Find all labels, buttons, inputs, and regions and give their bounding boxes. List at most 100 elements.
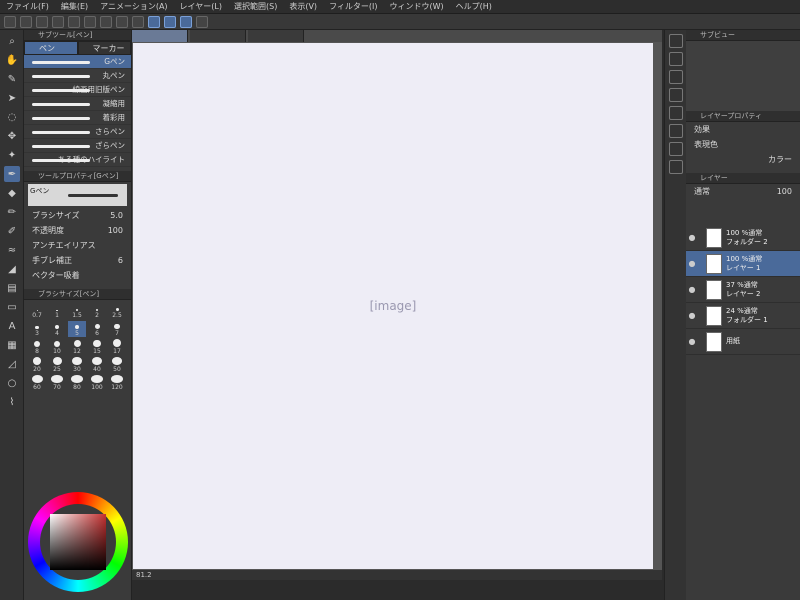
- brush-icon[interactable]: ✏: [4, 204, 20, 220]
- brush-size-option[interactable]: 7: [108, 321, 126, 337]
- menu-layer[interactable]: レイヤー(L): [180, 1, 222, 12]
- brush-size-option[interactable]: 12: [68, 339, 86, 355]
- open-icon[interactable]: [36, 15, 48, 28]
- undo-icon[interactable]: [68, 15, 80, 28]
- brush-size-option[interactable]: 5: [68, 321, 86, 337]
- brush-size-option[interactable]: 30: [68, 357, 86, 373]
- brush-size-option[interactable]: 2: [88, 303, 106, 319]
- hand-icon[interactable]: ✋: [4, 52, 20, 68]
- eye-icon[interactable]: ●: [686, 233, 698, 242]
- prop-vector-snap[interactable]: ベクター吸着: [24, 268, 131, 283]
- move-icon[interactable]: ✥: [4, 128, 20, 144]
- brush-size-option[interactable]: 80: [68, 375, 86, 391]
- menu-filter[interactable]: フィルター(I): [329, 1, 377, 12]
- clear-icon[interactable]: [100, 15, 112, 28]
- correct-line-icon[interactable]: ⌇: [4, 394, 20, 410]
- new-icon[interactable]: [20, 15, 32, 28]
- material-icon[interactable]: [669, 160, 683, 174]
- expression-color-value[interactable]: カラー: [768, 154, 792, 165]
- brush-item[interactable]: 線画用旧版ペン: [24, 83, 131, 97]
- settings-icon[interactable]: [196, 15, 208, 28]
- blend-mode-select[interactable]: 通常: [694, 186, 710, 197]
- menu-help[interactable]: ヘルプ(H): [456, 1, 492, 12]
- material-icon[interactable]: [669, 124, 683, 138]
- brush-size-option[interactable]: 20: [28, 357, 46, 373]
- drawing-canvas[interactable]: [image]: [132, 42, 654, 570]
- menu-view[interactable]: 表示(V): [289, 1, 317, 12]
- brush-size-option[interactable]: 2.5: [108, 303, 126, 319]
- material-icon[interactable]: [669, 142, 683, 156]
- lasso-icon[interactable]: ◌: [4, 109, 20, 125]
- brush-size-option[interactable]: 1: [48, 303, 66, 319]
- frame-icon[interactable]: ▦: [4, 337, 20, 353]
- menu-selection[interactable]: 選択範囲(S): [234, 1, 277, 12]
- prop-value[interactable]: 6: [118, 256, 123, 265]
- brush-item[interactable]: ざらペン: [24, 139, 131, 153]
- brush-item[interactable]: 丸ペン: [24, 69, 131, 83]
- brush-size-option[interactable]: 40: [88, 357, 106, 373]
- brush-size-option[interactable]: 6: [88, 321, 106, 337]
- prop-brush-size[interactable]: ブラシサイズ 5.0: [24, 208, 131, 223]
- brush-size-option[interactable]: 15: [88, 339, 106, 355]
- eraser-icon[interactable]: ◆: [4, 185, 20, 201]
- zoom-level[interactable]: 81.2: [136, 571, 152, 579]
- prop-value[interactable]: 100: [108, 226, 123, 235]
- material-icon[interactable]: [669, 52, 683, 66]
- menu-edit[interactable]: 編集(E): [61, 1, 88, 12]
- menu-file[interactable]: ファイル(F): [6, 1, 49, 12]
- save-icon[interactable]: [52, 15, 64, 28]
- layer-row[interactable]: ● 24 %通常 フォルダー 1: [686, 303, 800, 329]
- figure-icon[interactable]: ▭: [4, 299, 20, 315]
- pen-icon[interactable]: ✒: [4, 166, 20, 182]
- redo-icon[interactable]: [84, 15, 96, 28]
- eye-icon[interactable]: ●: [686, 259, 698, 268]
- gradient-icon[interactable]: ▤: [4, 280, 20, 296]
- menu-icon[interactable]: [4, 15, 16, 28]
- layer-row[interactable]: ● 100 %通常 レイヤー 1: [686, 251, 800, 277]
- bucket-icon[interactable]: ◢: [4, 261, 20, 277]
- eye-icon[interactable]: ●: [686, 337, 698, 346]
- material-icon[interactable]: [669, 88, 683, 102]
- prop-value[interactable]: 5.0: [110, 211, 123, 220]
- airbrush-icon[interactable]: ✐: [4, 223, 20, 239]
- layer-opacity[interactable]: 100: [777, 187, 792, 196]
- brush-size-option[interactable]: 50: [108, 357, 126, 373]
- brush-size-option[interactable]: 25: [48, 357, 66, 373]
- brush-size-option[interactable]: 120: [108, 375, 126, 391]
- eye-icon[interactable]: ●: [686, 285, 698, 294]
- brush-size-option[interactable]: 60: [28, 375, 46, 391]
- brush-item[interactable]: 凝縮用: [24, 97, 131, 111]
- snap-grid-icon[interactable]: [180, 15, 192, 28]
- brush-item[interactable]: 着彩用: [24, 111, 131, 125]
- brush-size-option[interactable]: 70: [48, 375, 66, 391]
- prop-opacity[interactable]: 不透明度 100: [24, 223, 131, 238]
- document-tab[interactable]: [132, 30, 188, 42]
- magic-wand-icon[interactable]: ✦: [4, 147, 20, 163]
- eyedropper-icon[interactable]: ✎: [4, 71, 20, 87]
- transform-icon[interactable]: [132, 15, 144, 28]
- brush-size-option[interactable]: 1.5: [68, 303, 86, 319]
- snap-special-icon[interactable]: [164, 15, 176, 28]
- text-icon[interactable]: A: [4, 318, 20, 334]
- menu-animation[interactable]: アニメーション(A): [100, 1, 167, 12]
- expression-color-select[interactable]: カラー: [686, 152, 800, 167]
- document-tab[interactable]: [248, 30, 304, 42]
- eye-icon[interactable]: ●: [686, 311, 698, 320]
- tab-pen[interactable]: ペン: [24, 41, 78, 55]
- layer-row[interactable]: ● 37 %通常 レイヤー 2: [686, 277, 800, 303]
- fill-icon[interactable]: [116, 15, 128, 28]
- brush-size-option[interactable]: 8: [28, 339, 46, 355]
- brush-item[interactable]: ある種のハイライト: [24, 153, 131, 167]
- brush-size-option[interactable]: 17: [108, 339, 126, 355]
- prop-stabilization[interactable]: 手ブレ補正 6: [24, 253, 131, 268]
- brush-size-option[interactable]: 10: [48, 339, 66, 355]
- brush-size-option[interactable]: 4: [48, 321, 66, 337]
- layer-row[interactable]: ● 用紙: [686, 329, 800, 355]
- brush-size-option[interactable]: 3: [28, 321, 46, 337]
- canvas-vertical-scrollbar[interactable]: [654, 42, 662, 570]
- tab-marker[interactable]: マーカー: [77, 41, 131, 55]
- blend-icon[interactable]: ≈: [4, 242, 20, 258]
- layer-row[interactable]: ● 100 %通常 フォルダー 2: [686, 225, 800, 251]
- material-icon[interactable]: [669, 106, 683, 120]
- color-wheel[interactable]: [28, 492, 128, 592]
